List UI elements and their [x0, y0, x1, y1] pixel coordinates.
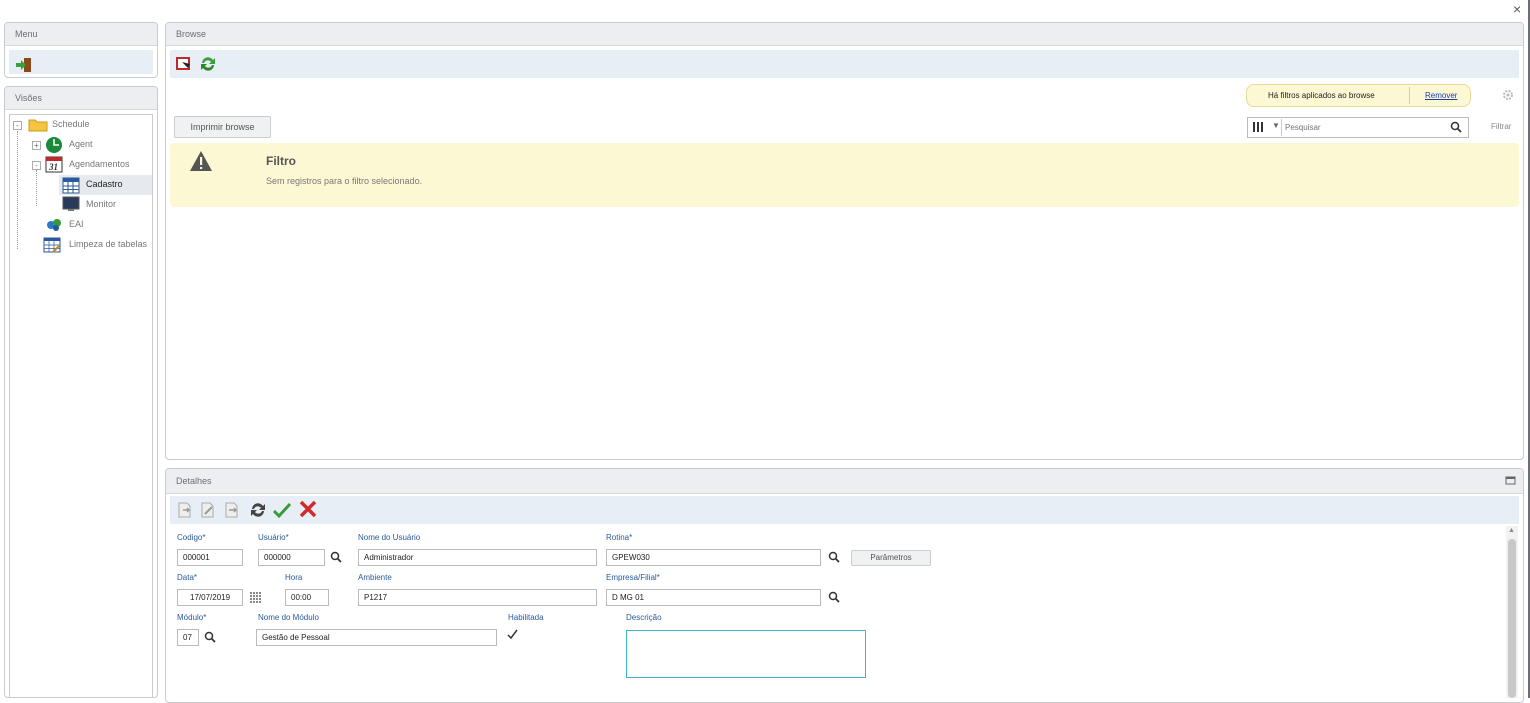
menu-panel: Menu — [4, 22, 158, 78]
monitor-icon — [62, 196, 80, 211]
modulo-search-icon[interactable] — [204, 631, 216, 643]
empresa-search-icon[interactable] — [828, 591, 840, 603]
usuario-label: Usuário* — [258, 533, 289, 542]
eai-puzzle-icon — [47, 219, 61, 231]
details-toolbar — [170, 496, 1519, 524]
menu-title: Menu — [5, 23, 157, 46]
empresa-label: Empresa/Filial* — [606, 573, 660, 582]
search-icon[interactable] — [1450, 121, 1462, 133]
tree-container — [9, 114, 153, 697]
tree-expander-agent[interactable]: + — [32, 141, 41, 150]
tree-line — [17, 131, 18, 249]
search-divider — [1281, 119, 1282, 136]
svg-text:31: 31 — [48, 162, 58, 172]
tree-line — [36, 170, 37, 206]
tree-item-eai[interactable]: EAI — [69, 214, 84, 234]
calendar-picker-icon[interactable] — [250, 592, 263, 603]
browse-toolbar — [170, 50, 1519, 78]
details-scrollbar-thumb[interactable] — [1508, 539, 1516, 698]
refresh-icon[interactable] — [198, 54, 218, 74]
table-icon — [62, 177, 80, 194]
cancel-x-icon[interactable] — [298, 499, 318, 519]
browse-title: Browse — [166, 23, 1523, 46]
tree-item-monitor[interactable]: Monitor — [86, 194, 116, 214]
warning-icon — [190, 151, 212, 171]
usuario-search-icon[interactable] — [330, 551, 342, 563]
remove-filter-link[interactable]: Remover — [1425, 91, 1457, 100]
reload-icon[interactable] — [248, 500, 268, 520]
filter-notice-divider — [1409, 87, 1410, 104]
tree-item-limpeza[interactable]: Limpeza de tabelas — [69, 234, 147, 254]
nome-usuario-field[interactable]: Administrador — [358, 549, 597, 566]
include-icon[interactable] — [177, 502, 193, 518]
hora-field[interactable]: 00:00 — [285, 589, 329, 606]
modulo-field[interactable]: 07 — [177, 629, 199, 646]
details-scroll-up[interactable]: ▲ — [1508, 527, 1515, 534]
tree-item-schedule[interactable]: Schedule — [52, 114, 90, 134]
codigo-label: Codigo* — [177, 533, 206, 542]
filter-link[interactable]: Filtrar — [1491, 122, 1511, 131]
export-icon[interactable] — [174, 54, 194, 74]
alert-message: Sem registros para o filtro selecionado. — [266, 176, 423, 186]
habilitada-label: Habilitada — [508, 613, 544, 622]
parametros-button[interactable]: Parâmetros — [851, 550, 931, 566]
tree-item-cadastro[interactable]: Cadastro — [86, 174, 123, 194]
agent-icon — [46, 137, 62, 153]
maximize-icon[interactable] — [1505, 475, 1517, 485]
filter-alert — [170, 143, 1519, 207]
modulo-label: Módulo* — [177, 613, 207, 622]
nome-usuario-label: Nome do Usuário — [358, 533, 421, 542]
calendar-icon: 31 — [45, 156, 63, 173]
cleanup-table-icon — [43, 237, 61, 253]
tree-item-agendamentos[interactable]: Agendamentos — [69, 154, 130, 174]
tree-item-agent[interactable]: Agent — [69, 134, 93, 154]
folder-icon — [28, 119, 48, 132]
hora-label: Hora — [285, 573, 303, 582]
confirm-check-icon[interactable] — [272, 500, 292, 520]
chevron-down-icon[interactable]: ▼ — [1272, 121, 1280, 130]
descricao-field[interactable] — [626, 630, 866, 678]
copy-icon[interactable] — [224, 502, 240, 518]
ambiente-field[interactable]: P1217 — [358, 589, 597, 606]
usuario-field[interactable]: 000000 — [258, 549, 325, 566]
alert-title: Filtro — [266, 154, 296, 168]
details-title: Detalhes — [166, 469, 1523, 494]
search-input[interactable] — [1285, 119, 1435, 136]
filter-notice-text: Há filtros aplicados ao browse — [1268, 91, 1375, 100]
rotina-search-icon[interactable] — [828, 551, 840, 563]
columns-icon[interactable] — [1252, 121, 1264, 133]
tree-expander-schedule[interactable]: - — [13, 121, 22, 130]
codigo-field[interactable]: 000001 — [177, 549, 243, 566]
print-browse-button[interactable]: Imprimir browse — [174, 116, 271, 138]
visoes-title: Visões — [5, 87, 157, 110]
nome-modulo-field[interactable]: Gestão de Pessoal — [256, 629, 497, 646]
data-field[interactable]: 17/07/2019 — [177, 589, 243, 606]
data-label: Data* — [177, 573, 198, 582]
tree-expander-agendamentos[interactable]: - — [32, 161, 41, 170]
rotina-field[interactable]: GPEW030 — [606, 549, 821, 566]
habilitada-checkbox[interactable] — [507, 629, 518, 640]
gear-icon[interactable] — [1502, 89, 1514, 101]
nome-modulo-label: Nome do Módulo — [258, 613, 319, 622]
empresa-field[interactable]: D MG 01 — [606, 589, 821, 606]
menu-toolbar — [9, 50, 153, 74]
rotina-label: Rotina* — [606, 533, 633, 542]
ambiente-label: Ambiente — [358, 573, 392, 582]
descricao-label: Descrição — [626, 613, 662, 622]
exit-icon[interactable] — [15, 57, 33, 73]
close-button[interactable]: × — [1513, 1, 1521, 17]
edit-icon[interactable] — [200, 502, 216, 518]
